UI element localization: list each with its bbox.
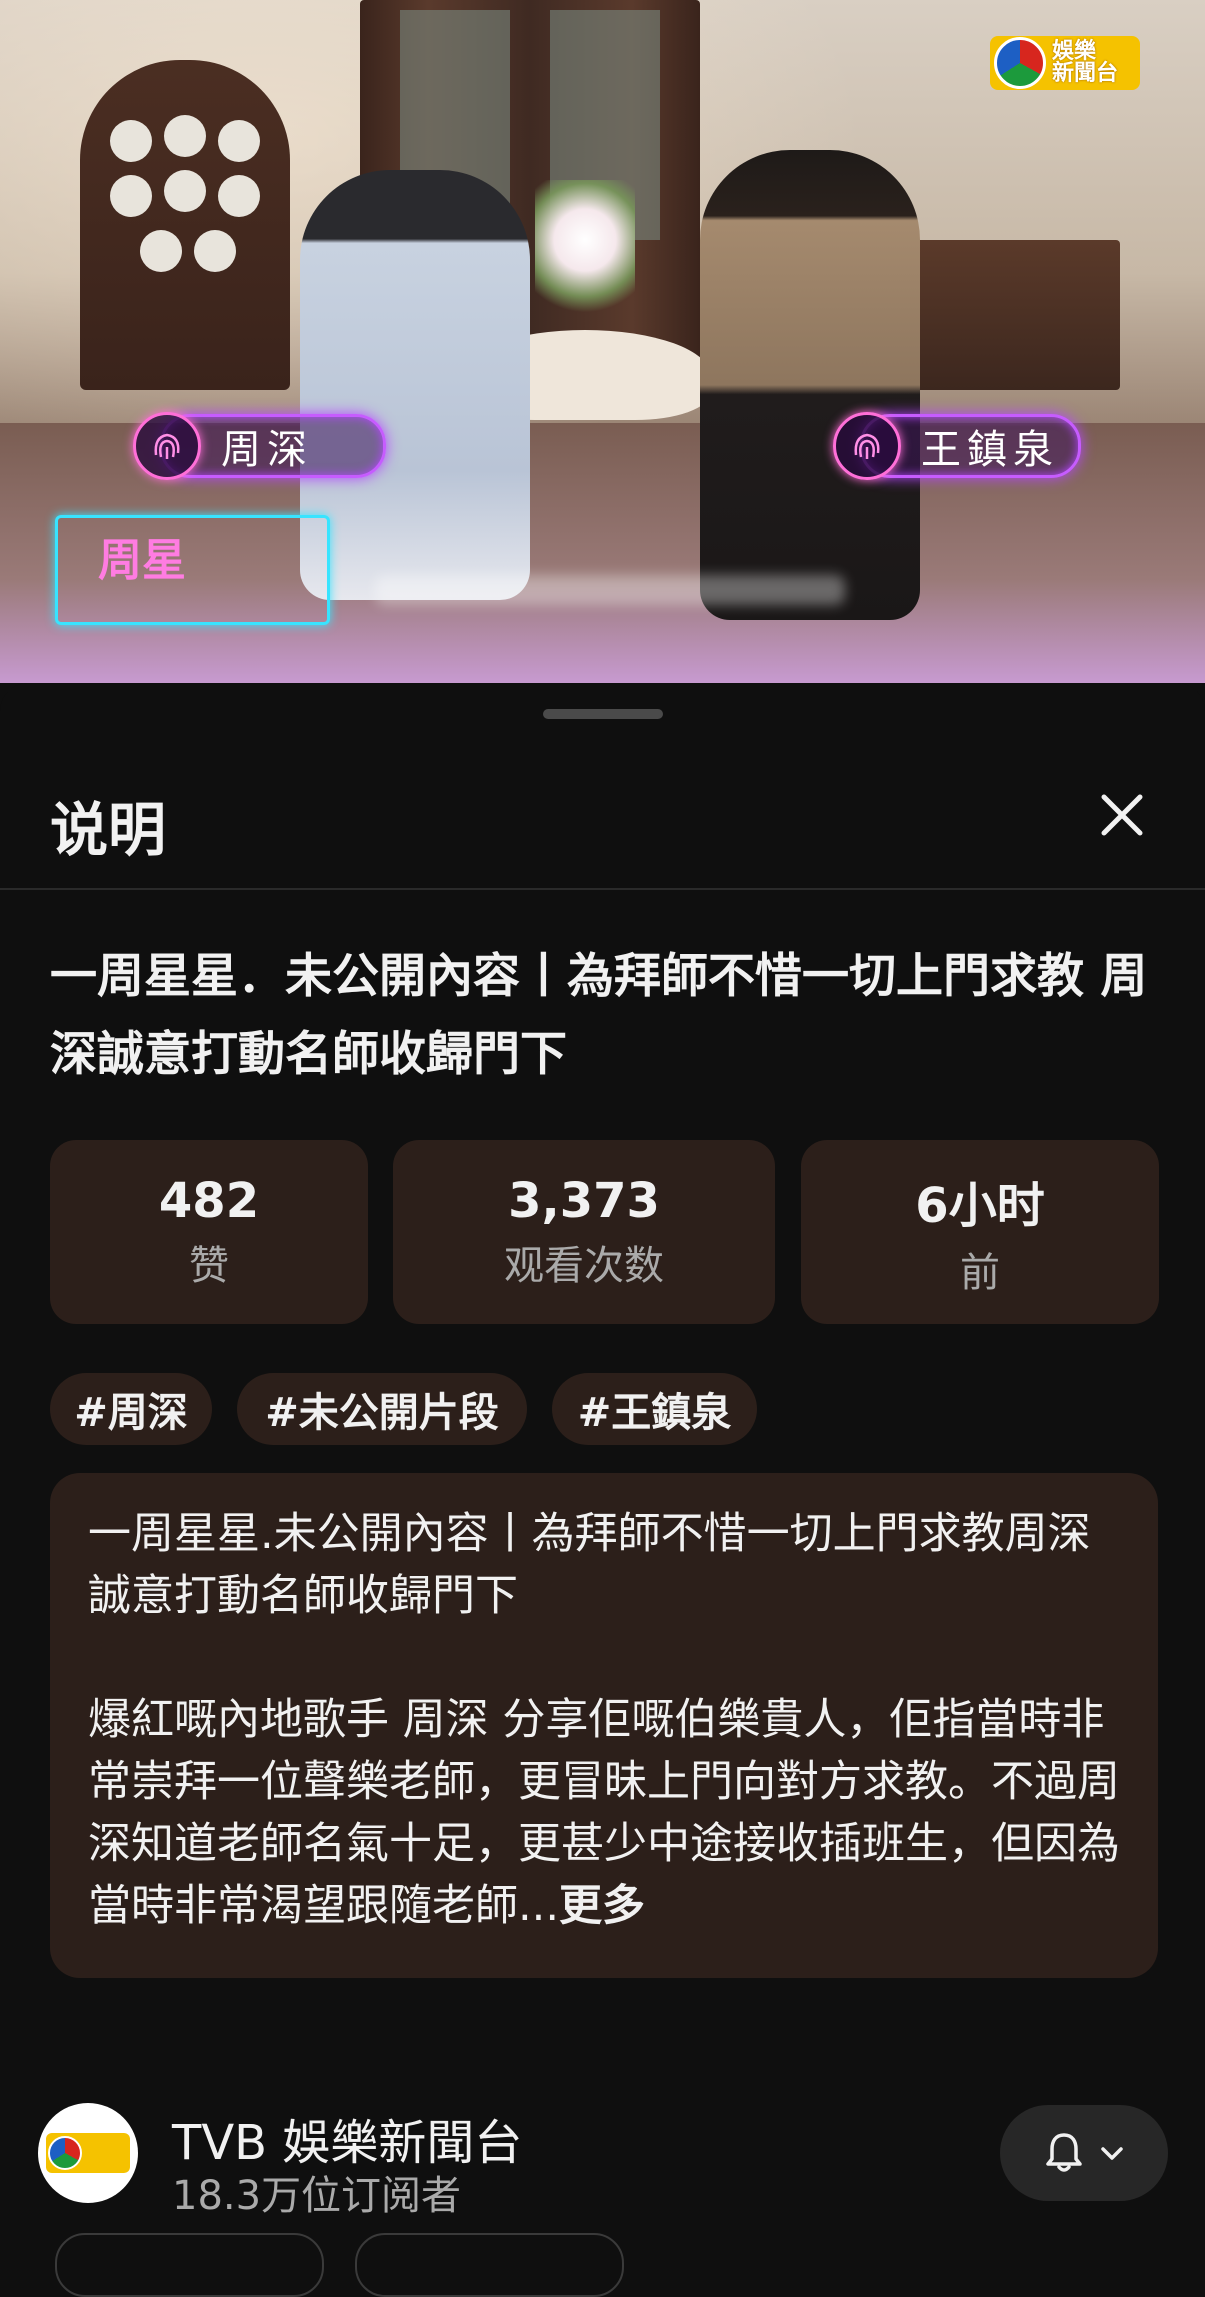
channel-avatar[interactable]: [38, 2103, 138, 2203]
description-box[interactable]: 一周星星.未公開內容丨為拜師不惜一切上門求教周深誠意打動名師收歸門下 爆紅嘅內地…: [50, 1473, 1158, 1978]
tvb-logo-icon: [48, 2136, 82, 2170]
host-figure: [700, 150, 920, 620]
bell-icon: [1046, 2133, 1082, 2172]
guest-name: 周深: [221, 427, 313, 473]
tvb-logo-icon: [994, 37, 1046, 89]
date-value: 6小时: [915, 1178, 1045, 1234]
description-para-1: 一周星星.未公開內容丨為拜師不惜一切上門求教周深誠意打動名師收歸門下: [88, 1509, 1091, 1621]
subscriber-count: 18.3万位订阅者: [172, 2173, 462, 2219]
guest-figure: [300, 170, 530, 600]
views-label: 观看次数: [504, 1243, 664, 1289]
scene-flowers: [535, 180, 635, 330]
likes-stat: 482 赞: [50, 1140, 368, 1324]
notification-button[interactable]: [1000, 2105, 1168, 2201]
close-button[interactable]: [1090, 783, 1154, 847]
blurred-subtitle: [375, 575, 845, 605]
host-nameplate: 王鎮泉: [833, 412, 1081, 480]
show-logo: 周星: [55, 515, 330, 625]
hashtag[interactable]: #王鎮泉: [552, 1373, 757, 1445]
scene-hutch: [80, 60, 290, 390]
sheet-title: 说明: [50, 796, 167, 864]
divider: [0, 888, 1205, 890]
channel-row[interactable]: TVB 娛樂新聞台 18.3万位订阅者: [38, 2103, 1178, 2223]
action-pill[interactable]: [355, 2233, 624, 2297]
guest-nameplate: 周深: [133, 412, 386, 480]
views-stat: 3,373 观看次数: [393, 1140, 775, 1324]
show-more-link[interactable]: 更多: [559, 1881, 645, 1931]
video-player[interactable]: 周深 王鎮泉 娛樂 新聞台 周星: [0, 0, 1205, 683]
drag-handle[interactable]: [543, 709, 663, 719]
logo-text: 娛樂 新聞台: [1052, 39, 1119, 86]
description-sheet: 说明 一周星星．未公開內容丨為拜師不惜一切上門求教 周深誠意打動名師收歸門下 4…: [0, 683, 1205, 2297]
host-name: 王鎮泉: [921, 427, 1059, 473]
tvb-channel-logo: 娛樂 新聞台: [990, 36, 1140, 90]
video-title: 一周星星．未公開內容丨為拜師不惜一切上門求教 周深誠意打動名師收歸門下: [50, 949, 1148, 1082]
fingerprint-icon: [833, 412, 901, 480]
description-para-2: 爆紅嘅內地歌手 周深 分享佢嘅伯樂貴人，佢指當時非常崇拜一位聲樂老師，更冒昧上門…: [88, 1689, 1120, 1937]
hashtag[interactable]: #未公開片段: [237, 1373, 527, 1445]
action-pill[interactable]: [55, 2233, 324, 2297]
date-stat: 6小时 前: [801, 1140, 1159, 1324]
close-icon: [1101, 794, 1143, 836]
likes-count: 482: [158, 1173, 260, 1229]
chevron-down-icon: [1101, 2147, 1123, 2160]
date-label: 前: [960, 1250, 1000, 1296]
show-logo-text: 周星: [98, 535, 186, 586]
views-count: 3,373: [508, 1173, 660, 1229]
fingerprint-icon: [133, 412, 201, 480]
likes-label: 赞: [189, 1243, 229, 1289]
hashtag[interactable]: #周深: [50, 1373, 212, 1445]
